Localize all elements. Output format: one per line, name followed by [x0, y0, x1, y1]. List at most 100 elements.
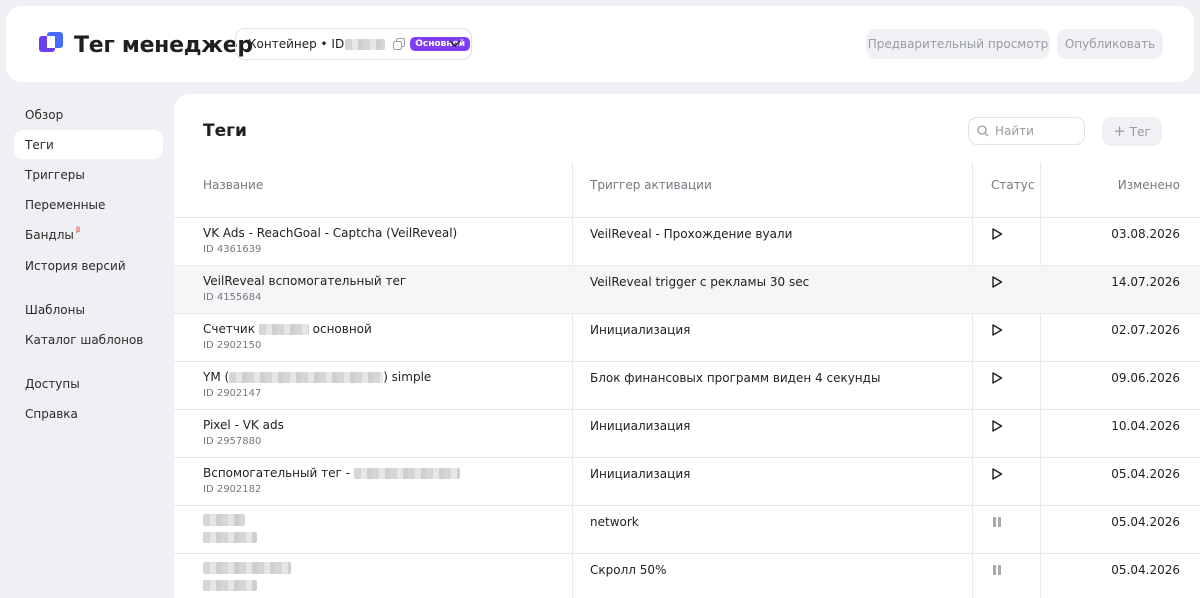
chevron-down-icon[interactable] — [449, 39, 461, 49]
container-badge: Основной — [410, 37, 471, 51]
container-label: Контейнер • ID — [248, 37, 345, 51]
copy-icon[interactable] — [393, 38, 406, 50]
sidebar-item-label: Триггеры — [25, 167, 85, 182]
beta-badge: β — [75, 226, 81, 234]
play-icon — [992, 372, 1003, 384]
tag-manager-logo-icon — [39, 32, 63, 52]
table-row[interactable]: VK Ads - ReachGoal - Captcha (VeilReveal… — [174, 218, 1200, 266]
main-panel: Теги + Тег Название Триггер активации Ст… — [174, 94, 1200, 598]
search-input[interactable] — [995, 124, 1075, 138]
tag-name: Счетчик основной — [203, 322, 372, 336]
tag-modified-date: 10.04.2026 — [1111, 419, 1180, 433]
tag-trigger: VeilReveal - Прохождение вуали — [590, 227, 793, 241]
redacted-text — [229, 372, 384, 383]
tag-id: ID 2957880 — [203, 436, 262, 447]
sidebar-item-templates[interactable]: Шаблоны — [14, 295, 163, 324]
pause-icon — [993, 565, 1001, 575]
column-header-status[interactable]: Статус — [991, 178, 1034, 192]
tag-trigger: Инициализация — [590, 467, 691, 481]
redacted-text — [203, 562, 291, 574]
sidebar-item-label: История версий — [25, 258, 126, 273]
publish-button[interactable]: Опубликовать — [1057, 29, 1163, 59]
search-box[interactable] — [968, 117, 1085, 145]
play-icon — [992, 228, 1003, 240]
tag-name: Pixel - VK ads — [203, 418, 284, 432]
table-row[interactable]: Pixel - VK ads ID 2957880 Инициализация … — [174, 410, 1200, 458]
table-row[interactable]: network 05.04.2026 — [174, 506, 1200, 554]
tag-modified-date: 05.04.2026 — [1111, 515, 1180, 529]
tag-id: ID 4155684 — [203, 292, 262, 303]
column-header-trigger[interactable]: Триггер активации — [590, 178, 712, 192]
play-icon — [992, 468, 1003, 480]
tag-modified-date: 09.06.2026 — [1111, 371, 1180, 385]
tag-id: ID 2902147 — [203, 388, 262, 399]
container-id-redacted — [345, 38, 386, 50]
table-row[interactable]: Счетчик основной ID 2902150 Инициализаци… — [174, 314, 1200, 362]
tag-name: YM () simple — [203, 370, 431, 384]
sidebar-item-label: Доступы — [25, 376, 80, 391]
sidebar-item-label: Справка — [25, 406, 78, 421]
sidebar-item-label: Теги — [25, 137, 54, 152]
table-header: Название Триггер активации Статус Измене… — [174, 162, 1200, 218]
plus-icon: + — [1113, 122, 1126, 140]
table-row[interactable]: YM () simple ID 2902147 Блок финансовых … — [174, 362, 1200, 410]
tag-modified-date: 05.04.2026 — [1111, 563, 1180, 577]
sidebar-item-overview[interactable]: Обзор — [14, 100, 163, 129]
tag-name: Вспомогательный тег - — [203, 466, 460, 480]
pause-icon — [993, 517, 1001, 527]
sidebar-item-triggers[interactable]: Триггеры — [14, 160, 163, 189]
sidebar-item-version-history[interactable]: История версий — [14, 251, 163, 280]
redacted-text — [203, 514, 245, 526]
play-icon — [992, 276, 1003, 288]
tag-id: ID 2902150 — [203, 340, 262, 351]
preview-button[interactable]: Предварительный просмотр — [866, 29, 1050, 59]
column-header-name[interactable]: Название — [203, 178, 263, 192]
tag-name-suffix: основной — [312, 322, 372, 336]
tag-id: ID 2902182 — [203, 484, 262, 495]
sidebar-item-tags[interactable]: Теги — [14, 130, 163, 159]
tag-name: VK Ads - ReachGoal - Captcha (VeilReveal… — [203, 226, 458, 240]
tag-name-redacted — [203, 562, 291, 577]
app-title: Тег менеджер — [74, 33, 253, 58]
redacted-text — [258, 324, 309, 335]
search-icon — [977, 125, 989, 137]
add-tag-label: Тег — [1129, 124, 1151, 139]
sidebar-item-template-catalog[interactable]: Каталог шаблонов — [14, 325, 163, 354]
tag-name-redacted — [203, 514, 245, 529]
table-row[interactable]: Скролл 50% 05.04.2026 — [174, 554, 1200, 598]
redacted-text — [203, 532, 257, 543]
page-title: Теги — [203, 121, 247, 141]
play-icon — [992, 324, 1003, 336]
sidebar-item-label: Каталог шаблонов — [25, 332, 144, 347]
table-row[interactable]: Вспомогательный тег - ID 2902182 Инициал… — [174, 458, 1200, 506]
sidebar-item-variables[interactable]: Переменные — [14, 190, 163, 219]
tag-trigger: VeilReveal trigger с рекламы 30 sec — [590, 275, 810, 289]
tag-trigger: Инициализация — [590, 419, 691, 433]
sidebar-item-label: Бандлы — [25, 227, 74, 242]
sidebar-item-bundles[interactable]: Бандлы β — [14, 220, 163, 249]
sidebar-item-label: Переменные — [25, 197, 106, 212]
add-tag-button[interactable]: + Тег — [1102, 117, 1162, 146]
sidebar-item-label: Шаблоны — [25, 302, 85, 317]
tag-name-prefix: Счетчик — [203, 322, 255, 336]
table-row[interactable]: VeilReveal вспомогательный тег ID 415568… — [174, 266, 1200, 314]
tag-trigger: network — [590, 515, 639, 529]
tag-id-redacted — [203, 532, 257, 546]
tag-name-suffix: ) simple — [383, 370, 432, 384]
tag-modified-date: 14.07.2026 — [1111, 275, 1180, 289]
redacted-text — [353, 468, 460, 479]
redacted-text — [203, 580, 257, 591]
tag-name: VeilReveal вспомогательный тег — [203, 274, 407, 288]
container-selector[interactable]: Контейнер • ID Основной — [235, 28, 472, 60]
tag-modified-date: 03.08.2026 — [1111, 227, 1180, 241]
sidebar-item-access[interactable]: Доступы — [14, 369, 163, 398]
sidebar-item-help[interactable]: Справка — [14, 399, 163, 428]
column-header-modified[interactable]: Изменено — [1118, 178, 1180, 192]
tag-id: ID 4361639 — [203, 244, 262, 255]
sidebar-item-label: Обзор — [25, 107, 64, 122]
tag-trigger: Скролл 50% — [590, 563, 667, 577]
tag-trigger: Блок финансовых программ виден 4 секунды — [590, 371, 881, 385]
tag-id-redacted — [203, 580, 257, 594]
tag-trigger: Инициализация — [590, 323, 691, 337]
tag-name-prefix: Вспомогательный тег - — [203, 466, 350, 480]
